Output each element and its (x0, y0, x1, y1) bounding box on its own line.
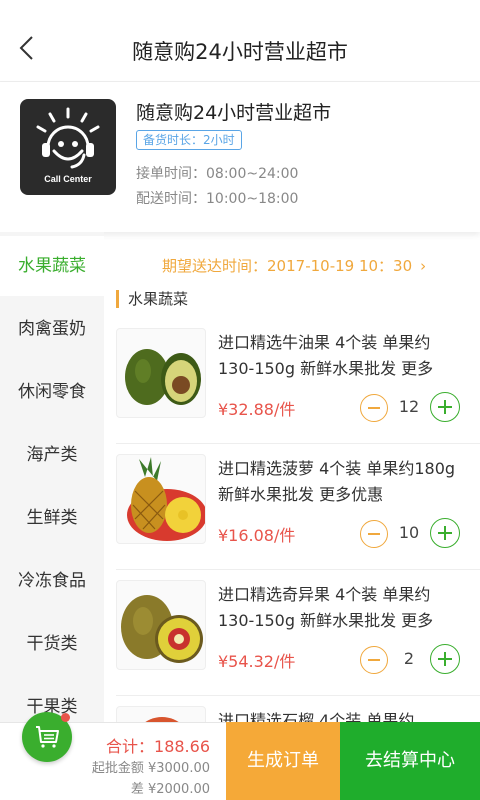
sidebar-item-fruit-veg[interactable]: 水果蔬菜 (0, 236, 104, 296)
diff-value: ¥2000.00 (147, 782, 210, 797)
product-price: ¥32.88/件 (218, 400, 296, 419)
sidebar-item-fresh[interactable]: 生鲜类 (0, 488, 104, 548)
product-name: 进口精选奇异果 4个装 单果约130-150g 新鲜水果批发 更多 (218, 585, 434, 630)
order-time: 接单时间：08:00~24:00 (136, 163, 298, 183)
order-time-value: 08:00~24:00 (206, 166, 299, 182)
min-label: 起批金额 (91, 761, 144, 776)
quantity-stepper: 10 (360, 518, 460, 550)
quantity-value: 12 (398, 397, 420, 416)
product-name: 进口精选菠萝 4个装 单果约180g 新鲜水果批发 更多优惠 (218, 459, 456, 504)
sidebar-item-snacks[interactable]: 休闲零食 (0, 362, 104, 422)
sidebar-item-meat-dairy[interactable]: 肉禽蛋奶 (0, 299, 104, 359)
product-item[interactable]: 进口精选牛油果 4个装 单果约130-150g 新鲜水果批发 更多 ¥32.88… (116, 318, 480, 444)
sidebar-item-frozen[interactable]: 冷冻食品 (0, 551, 104, 611)
plus-icon[interactable] (430, 392, 460, 422)
quantity-stepper: 2 (360, 644, 460, 676)
diff-label: 差 (130, 782, 144, 797)
cart-total: 合计：188.66 (96, 733, 210, 757)
product-item[interactable]: 进口精选菠萝 4个装 单果约180g 新鲜水果批发 更多优惠 ¥16.08/件 … (116, 444, 480, 570)
quantity-stepper: 12 (360, 392, 460, 424)
minus-icon[interactable] (360, 646, 388, 674)
sidebar-item-dry-goods[interactable]: 干货类 (0, 614, 104, 674)
min-value: ¥3000.00 (147, 761, 210, 776)
minus-icon[interactable] (360, 394, 388, 422)
sidebar-item-seafood[interactable]: 海产类 (0, 425, 104, 485)
cart-list-icon (36, 726, 59, 748)
product-item[interactable]: 进口精选奇异果 4个装 单果约130-150g 新鲜水果批发 更多 ¥54.32… (116, 570, 480, 696)
category-sidebar: 水果蔬菜 肉禽蛋奶 休闲零食 海产类 生鲜类 冷冻食品 干货类 干果类 (0, 232, 104, 722)
product-price: ¥16.08/件 (218, 526, 296, 545)
app-header: 随意购24小时营业超市 (0, 0, 480, 82)
store-info-card: Call Center 随意购24小时营业超市 备货时长：2小时 接单时间：08… (0, 82, 480, 232)
avocado-image (116, 328, 206, 418)
quantity-value: 2 (403, 649, 415, 668)
amount-difference: 差 ¥2000.00 (90, 778, 210, 797)
kiwi-image (116, 580, 206, 670)
store-logo: Call Center (20, 99, 116, 195)
cart-badge-dot (61, 713, 70, 722)
total-label: 合计： (106, 737, 155, 756)
delivery-label: 期望送达时间： (162, 257, 268, 275)
delivery-time-selector[interactable]: 期望送达时间：2017-10-19 10：30 › (162, 255, 426, 276)
checkout-button[interactable]: 去结算中心 (340, 722, 480, 800)
plus-icon[interactable] (430, 518, 460, 548)
order-time-label: 接单时间： (136, 166, 206, 182)
cart-button[interactable] (22, 712, 72, 762)
minus-icon[interactable] (360, 520, 388, 548)
total-value: 188.66 (154, 737, 210, 756)
page: 随意购24小时营业超市 Call Center 随意购24小时营业超市 备货时长… (0, 0, 480, 800)
store-name: 随意购24小时营业超市 (136, 102, 332, 124)
product-price: ¥54.32/件 (218, 652, 296, 671)
logo-text: Call Center (44, 174, 92, 184)
delivery-time: 配送时间：10:00~18:00 (136, 188, 298, 208)
section-title: 水果蔬菜 (116, 290, 188, 308)
pineapple-image (116, 454, 206, 544)
product-name: 进口精选牛油果 4个装 单果约130-150g 新鲜水果批发 更多 (218, 333, 434, 378)
delivery-time-label: 配送时间： (136, 191, 206, 207)
chevron-right-icon: › (420, 257, 427, 275)
stock-time-badge: 备货时长：2小时 (136, 130, 242, 150)
page-title: 随意购24小时营业超市 (132, 40, 348, 64)
min-order-amount: 起批金额 ¥3000.00 (60, 757, 210, 776)
delivery-time-value: 10:00~18:00 (206, 191, 299, 207)
plus-icon[interactable] (430, 644, 460, 674)
delivery-value: 2017-10-19 10：30 (267, 257, 413, 275)
generate-order-button[interactable]: 生成订单 (226, 722, 340, 800)
quantity-value: 10 (398, 523, 420, 542)
